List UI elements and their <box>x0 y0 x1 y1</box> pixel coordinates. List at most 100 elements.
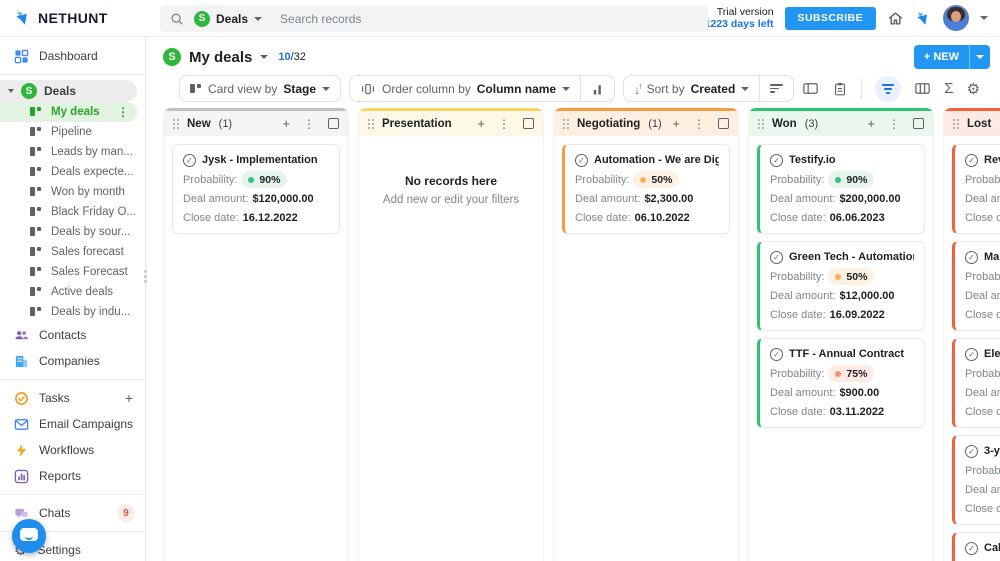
column-menu-icon[interactable]: ⋮ <box>299 117 319 131</box>
column-count: (1) <box>648 117 662 130</box>
contacts-icon <box>15 330 29 339</box>
sidebar-item-deal-view[interactable]: Leads by man... ⋮ <box>0 142 137 162</box>
kanban-column: New (1) + ⋮ ✓ Jysk - Implementation Prob… <box>163 108 349 561</box>
column-header[interactable]: Won (3) + ⋮ <box>749 111 933 136</box>
card-view-by-button[interactable]: Card view by Stage <box>180 76 340 101</box>
deal-card[interactable]: ✓ Man Probability: Deal amount: Close da… <box>952 241 1000 331</box>
deal-card[interactable]: ✓ Green Tech - Automation Probability: 5… <box>757 241 925 331</box>
column-header[interactable]: Presentation + ⋮ <box>359 111 543 136</box>
sidebar-item-deal-view[interactable]: Deals by indu... ⋮ <box>0 302 137 322</box>
close-date-value: 06.10.2022 <box>634 211 690 224</box>
add-record-icon[interactable]: + <box>282 116 290 131</box>
page-title: My deals <box>189 48 253 66</box>
new-record-button[interactable]: + NEW <box>913 45 990 69</box>
add-record-icon[interactable]: + <box>477 116 485 131</box>
sidebar-item-dashboard[interactable]: Dashboard <box>0 43 145 69</box>
sort-value-label: Created <box>690 81 736 96</box>
column-header[interactable]: Negotiating (1) + ⋮ <box>554 111 738 136</box>
column-menu-icon[interactable]: ⋮ <box>884 117 904 131</box>
close-date-label: Close date: <box>965 308 1000 321</box>
deal-card[interactable]: ✓ TTF - Annual Contract Probability: 75%… <box>757 338 925 428</box>
column-chart-sort-button[interactable] <box>580 76 614 101</box>
sort-by-button[interactable]: ↓↑ Sort by Created <box>624 76 759 101</box>
new-button-dropdown[interactable] <box>969 45 990 69</box>
select-all-checkbox[interactable] <box>913 118 924 129</box>
columns-view-button[interactable] <box>914 80 931 97</box>
deal-card[interactable]: ✓ Call Probability: Deal amount: Close d… <box>952 532 1000 561</box>
column-title: Won <box>772 117 797 130</box>
sidebar-item-deal-view[interactable]: My deals ⋮ <box>0 102 137 122</box>
subscribe-button[interactable]: SUBSCRIBE <box>784 6 876 30</box>
deal-card[interactable]: ✓ Jysk - Implementation Probability: 90%… <box>172 144 340 234</box>
live-chat-launcher[interactable] <box>12 519 46 553</box>
search-input[interactable]: S Deals Search records <box>160 5 708 32</box>
sidebar-item-deal-view[interactable]: Won by month ⋮ <box>0 182 137 202</box>
sidebar-item-deal-view[interactable]: Sales forecast ⋮ <box>0 242 137 262</box>
probability-row: Probability: <box>965 463 1000 478</box>
select-all-checkbox[interactable] <box>718 118 729 129</box>
column-menu-icon[interactable]: ⋮ <box>689 117 709 131</box>
sidebar-item-reports[interactable]: Reports <box>0 463 145 489</box>
order-column-button[interactable]: Order column by Column name <box>350 76 580 101</box>
account-menu-caret-icon[interactable] <box>980 16 988 20</box>
bar-levels-icon <box>593 84 601 95</box>
sum-button[interactable]: Σ <box>944 80 953 97</box>
sidebar-item-deal-view[interactable]: Black Friday O... ⋮ <box>0 202 137 222</box>
column-header[interactable]: New (1) + ⋮ <box>164 111 348 136</box>
search-icon <box>171 13 183 25</box>
sidebar-item-deal-view[interactable]: Pipeline ⋮ <box>0 122 137 142</box>
sidebar-item-deal-view[interactable]: Active deals ⋮ <box>0 282 137 302</box>
sidebar-item-deal-view[interactable]: Deals expecte... ⋮ <box>0 162 137 182</box>
deal-card[interactable]: ✓ Testify.io Probability: 90% Deal amoun… <box>757 144 925 234</box>
sidebar-resize-handle[interactable] <box>144 270 147 283</box>
add-record-icon[interactable]: + <box>672 116 680 131</box>
sort-order-button[interactable] <box>759 76 793 101</box>
select-all-checkbox[interactable] <box>523 118 534 129</box>
kebab-menu-icon[interactable]: ⋮ <box>113 105 133 119</box>
column-menu-icon[interactable]: ⋮ <box>494 117 514 131</box>
chevron-down-icon <box>254 16 263 21</box>
sidebar-item-deal-view[interactable]: Sales Forecast ⋮ <box>0 262 137 282</box>
sidebar-item-tasks[interactable]: Tasks + <box>0 385 145 411</box>
view-switcher-caret-icon[interactable] <box>260 55 269 59</box>
user-avatar[interactable] <box>943 5 969 31</box>
deal-title: Testify.io <box>789 154 836 166</box>
deal-card[interactable]: ✓ Elem Probability: Deal amount: Close d… <box>952 338 1000 428</box>
sidebar-item-label: Pipeline <box>51 126 92 138</box>
drag-handle-icon[interactable] <box>368 118 374 129</box>
sidebar-item-label: Deals by sour... <box>51 226 131 238</box>
collapse-caret-icon[interactable] <box>8 89 14 93</box>
drag-handle-icon[interactable] <box>173 118 179 129</box>
column-header[interactable]: Lost ( + ⋮ <box>944 111 1000 136</box>
sidebar-item-deal-view[interactable]: Deals by sour... ⋮ <box>0 222 137 242</box>
sidebar-group-deals[interactable]: S Deals <box>0 80 137 102</box>
kanban-view-icon <box>30 247 42 257</box>
close-date-row: Close date: 16.09.2022 <box>770 307 914 322</box>
home-icon[interactable] <box>887 10 904 27</box>
deal-card[interactable]: ✓ Reve Probability: Deal amount: Close d… <box>952 144 1000 234</box>
side-panel-toggle-button[interactable] <box>802 80 819 97</box>
nethunt-bird-badge-icon[interactable] <box>915 10 932 27</box>
drag-handle-icon[interactable] <box>953 118 959 129</box>
clipboard-button[interactable] <box>832 81 848 97</box>
probability-row: Probability: <box>965 269 1000 284</box>
drag-handle-icon[interactable] <box>758 118 764 129</box>
sidebar-item-workflows[interactable]: Workflows <box>0 437 145 463</box>
board-settings-button[interactable]: ⚙ <box>967 80 980 98</box>
nethunt-logo[interactable]: NETHUNT <box>14 9 108 27</box>
drag-handle-icon[interactable] <box>563 118 569 129</box>
sidebar-item-label: My deals <box>51 106 100 118</box>
amount-row: Deal amount: $2,300.00 <box>575 191 719 206</box>
deal-card[interactable]: ✓ Automation - We are Digital Probabilit… <box>562 144 730 234</box>
search-entity-selector[interactable]: S Deals <box>194 10 263 27</box>
select-all-checkbox[interactable] <box>328 118 339 129</box>
sidebar-item-email-campaigns[interactable]: Email Campaigns <box>0 411 145 437</box>
add-task-icon[interactable]: + <box>125 390 133 406</box>
add-record-icon[interactable]: + <box>867 116 875 131</box>
sidebar-item-label: Active deals <box>51 286 114 298</box>
dashboard-icon <box>14 49 29 63</box>
sidebar-item-companies[interactable]: Companies <box>0 348 145 374</box>
sidebar-item-contacts[interactable]: Contacts <box>0 322 145 348</box>
filter-button[interactable] <box>875 75 902 102</box>
deal-card[interactable]: ✓ 3-ye Probability: Deal amount: Close d… <box>952 435 1000 525</box>
